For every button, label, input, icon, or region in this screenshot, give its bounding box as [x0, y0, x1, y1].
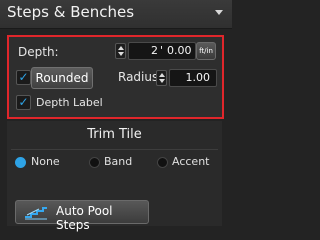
- increment-icon[interactable]: [159, 73, 165, 77]
- depth-label-text: Depth Label: [36, 96, 103, 109]
- radio-none[interactable]: [15, 157, 26, 168]
- steps-icon: [25, 207, 47, 220]
- radius-input[interactable]: 1.00: [169, 69, 217, 87]
- auto-pool-steps-label: Auto Pool Steps: [56, 204, 113, 232]
- unit-toggle-button[interactable]: ft/in: [196, 42, 216, 60]
- radius-stepper[interactable]: [156, 70, 167, 86]
- radio-accent-label[interactable]: Accent: [172, 155, 209, 168]
- rounded-checkbox[interactable]: ✓: [16, 70, 31, 85]
- radio-none-label[interactable]: None: [31, 155, 60, 168]
- depth-input[interactable]: 2 ' 0.00: [128, 42, 196, 60]
- depth-label: Depth:: [18, 45, 59, 59]
- depth-separator: ': [160, 44, 164, 57]
- radio-accent[interactable]: [157, 157, 168, 168]
- trim-tile-section: Trim Tile None Band Accent Auto Pool Ste…: [7, 121, 222, 232]
- decrement-icon[interactable]: [159, 79, 165, 83]
- radio-band[interactable]: [89, 157, 100, 168]
- section-title: Trim Tile: [87, 127, 142, 142]
- rounded-button[interactable]: Rounded: [31, 67, 93, 89]
- decrement-icon[interactable]: [118, 52, 124, 56]
- increment-icon[interactable]: [118, 46, 124, 50]
- auto-pool-steps-button[interactable]: Auto Pool Steps: [15, 200, 149, 232]
- radius-value: 1.00: [185, 71, 211, 84]
- panel-header[interactable]: Steps & Benches: [0, 0, 232, 29]
- depth-label-checkbox[interactable]: ✓: [16, 95, 31, 110]
- chevron-down-icon[interactable]: [215, 10, 223, 15]
- divider: [11, 149, 218, 150]
- depth-feet-value: 2: [151, 44, 158, 57]
- depth-settings-panel: Depth: 2 ' 0.00 ft/in ✓ Rounded Radius: …: [7, 35, 224, 119]
- feet-stepper[interactable]: [115, 43, 126, 59]
- radio-band-label[interactable]: Band: [104, 155, 132, 168]
- depth-inches-value: 0.00: [167, 44, 192, 57]
- panel-title: Steps & Benches: [7, 3, 135, 21]
